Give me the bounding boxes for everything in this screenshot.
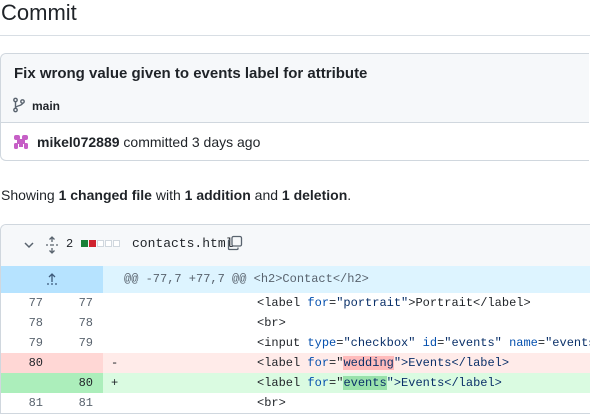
expand-up-icon <box>47 273 57 285</box>
diffstat-block <box>97 240 104 247</box>
summary-end: . <box>347 187 352 203</box>
diff-row-added: 80 + <label for="events">Events</label> <box>1 373 590 393</box>
summary-additions: 1 addition <box>184 187 251 203</box>
commit-message: Fix wrong value given to events label fo… <box>14 65 368 82</box>
code-token: type <box>307 336 337 350</box>
code-line: <label for="wedding">Events</label> <box>257 353 509 373</box>
code-token: for <box>307 356 330 370</box>
changed-word: events <box>343 376 387 390</box>
summary-middle: with <box>151 187 185 203</box>
code-token: = <box>537 336 546 350</box>
diff-row: 77 77 <label for="portrait">Portrait</labe… <box>1 293 590 313</box>
commit-author-link[interactable]: mikel072889 <box>37 134 120 150</box>
diff-rows: 77 77 <label for="portrait">Portrait</labe… <box>1 293 590 413</box>
hunk-header-text: @@ -77,7 +77,7 @@ <h2>Contact</h2> <box>124 272 369 286</box>
diffstat-block <box>89 240 96 247</box>
code-token: "checkbox" <box>343 336 416 350</box>
code-line: <br> <box>257 316 286 330</box>
new-line-number[interactable]: 77 <box>53 293 93 313</box>
new-line-number[interactable]: 78 <box>53 313 93 333</box>
code-line: <label for="events">Events</label> <box>257 373 502 393</box>
page-title: Commit <box>1 0 77 25</box>
code-token: <input <box>257 336 308 350</box>
code-token: =" <box>329 376 344 390</box>
diff-marker: + <box>111 376 119 390</box>
avatar[interactable] <box>12 133 30 151</box>
code-token: =" <box>329 356 344 370</box>
commit-header: Fix wrong value given to events label fo… <box>1 54 589 123</box>
file-name[interactable]: contacts.html <box>132 236 233 251</box>
diff-row: 78 78 <br> <box>1 313 590 333</box>
old-line-number[interactable]: 81 <box>1 393 43 413</box>
chevron-down-icon[interactable] <box>22 238 36 252</box>
branch-name[interactable]: main <box>32 99 60 113</box>
summary-and: and <box>250 187 282 203</box>
expand-up-button[interactable] <box>1 266 103 293</box>
commit-date: committed 3 days ago <box>119 134 261 150</box>
code-token: ">Events</label> <box>393 356 510 370</box>
diff-row-deleted: 80 - <label for="wedding">Events</label> <box>1 353 590 373</box>
diff-row: 79 79 <input type="checkbox" id="events" n… <box>1 333 590 353</box>
commit-box: Fix wrong value given to events label fo… <box>0 53 589 161</box>
new-line-number[interactable]: 80 <box>53 373 93 393</box>
code-token: <label <box>257 376 308 390</box>
copy-icon[interactable] <box>227 235 243 251</box>
code-line: <input type="checkbox" id="events" name=… <box>257 333 590 353</box>
git-branch-icon <box>13 97 25 113</box>
diff-row: 81 81 <br> <box>1 393 590 413</box>
code-token: name <box>509 336 538 350</box>
old-line-number[interactable]: 80 <box>1 353 43 373</box>
diffstat-blocks <box>81 240 120 247</box>
change-count: 2 <box>66 237 74 251</box>
diffstat-block <box>113 240 120 247</box>
code-token: >Portrait</label> <box>408 296 531 310</box>
new-line-number[interactable]: 81 <box>53 393 93 413</box>
commit-author-line: mikel072889 committed 3 days ago <box>37 134 260 150</box>
old-line-number[interactable]: 77 <box>1 293 43 313</box>
changed-word: wedding <box>343 356 394 370</box>
code-token: ">Events</label> <box>386 376 502 390</box>
code-token: "portrait" <box>336 296 409 310</box>
diff-marker: - <box>111 356 119 370</box>
code-token: <label <box>257 356 308 370</box>
code-token: <label <box>257 296 308 310</box>
code-line: <br> <box>257 396 286 410</box>
file-header: 2 contacts.html <box>1 225 590 267</box>
expand-all-icon[interactable] <box>44 236 60 254</box>
code-token: for <box>307 296 330 310</box>
code-token: for <box>307 376 330 390</box>
title-divider <box>0 35 590 36</box>
code-token: "events" <box>444 336 502 350</box>
diff-table: @@ -77,7 +77,7 @@ <h2>Contact</h2> 77 77 <… <box>1 266 590 413</box>
code-line: <label for="portrait">Portrait</label> <box>257 293 531 313</box>
old-line-number[interactable]: 78 <box>1 313 43 333</box>
new-line-number[interactable] <box>53 353 93 373</box>
summary-prefix: Showing <box>1 187 59 203</box>
hunk-header-row: @@ -77,7 +77,7 @@ <h2>Contact</h2> <box>1 266 590 293</box>
summary-changed-files[interactable]: 1 changed file <box>59 187 152 203</box>
summary-deletions: 1 deletion <box>281 187 348 203</box>
diff-summary: Showing 1 changed file with 1 addition a… <box>1 187 351 203</box>
diffstat-block <box>105 240 112 247</box>
old-line-number[interactable] <box>1 373 43 393</box>
new-line-number[interactable]: 79 <box>53 333 93 353</box>
file-diff: 2 contacts.html @@ -77,7 +77,7 @@ <h2>Co… <box>0 224 590 414</box>
old-line-number[interactable]: 79 <box>1 333 43 353</box>
code-token: "events" <box>545 336 590 350</box>
diffstat-block <box>81 240 88 247</box>
code-token: id <box>422 336 438 350</box>
